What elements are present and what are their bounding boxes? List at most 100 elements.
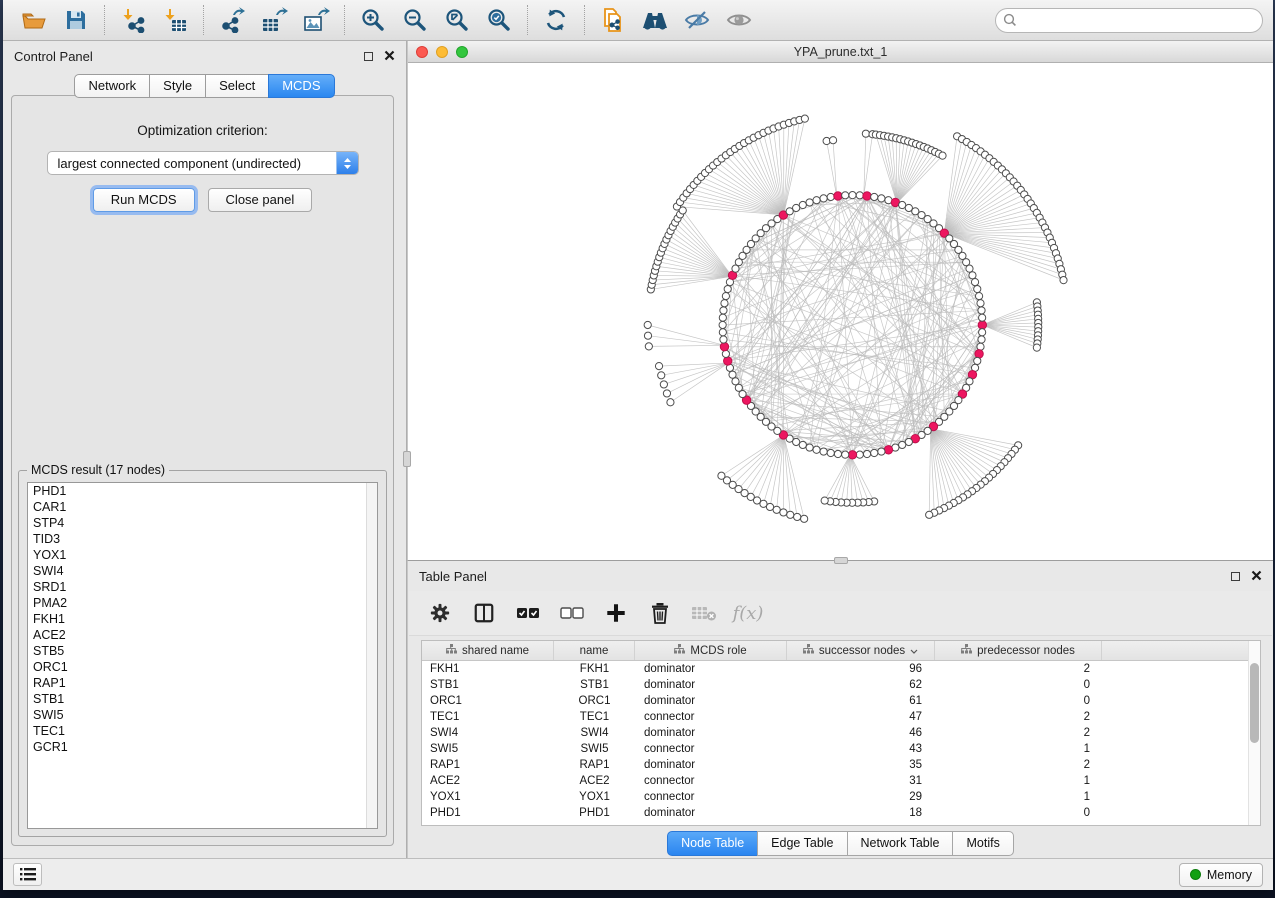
float-panel-icon[interactable] bbox=[364, 52, 373, 61]
mcds-result-item[interactable]: SWI4 bbox=[28, 563, 377, 579]
network-node[interactable] bbox=[871, 449, 878, 456]
refresh-icon[interactable] bbox=[535, 3, 577, 37]
tab-select[interactable]: Select bbox=[205, 74, 269, 98]
network-node-mcds-dominator[interactable] bbox=[834, 192, 842, 200]
select-all-icon[interactable] bbox=[511, 597, 545, 629]
network-node[interactable] bbox=[842, 451, 849, 458]
network-node[interactable] bbox=[660, 381, 667, 388]
network-node[interactable] bbox=[780, 509, 787, 516]
network-node[interactable] bbox=[978, 307, 985, 314]
open-file-icon[interactable] bbox=[13, 3, 55, 37]
network-node[interactable] bbox=[773, 506, 780, 513]
save-icon[interactable] bbox=[55, 3, 97, 37]
network-node-mcds-dominator[interactable] bbox=[724, 357, 732, 365]
export-network-icon[interactable] bbox=[211, 3, 253, 37]
network-node[interactable] bbox=[722, 350, 729, 357]
network-canvas[interactable] bbox=[408, 63, 1273, 560]
network-node[interactable] bbox=[801, 515, 808, 522]
mcds-list-scrollbar[interactable] bbox=[366, 483, 377, 828]
search-objects-binoculars-icon[interactable] bbox=[634, 3, 676, 37]
network-node[interactable] bbox=[862, 130, 869, 137]
network-node[interactable] bbox=[871, 193, 878, 200]
network-node[interactable] bbox=[878, 195, 885, 202]
mcds-result-item[interactable]: RAP1 bbox=[28, 675, 377, 691]
mcds-result-item[interactable]: STB1 bbox=[28, 691, 377, 707]
mcds-result-item[interactable]: PMA2 bbox=[28, 595, 377, 611]
mcds-result-item[interactable]: STP4 bbox=[28, 515, 377, 531]
network-node[interactable] bbox=[801, 115, 808, 122]
table-row[interactable]: PHD1PHD1dominator180 bbox=[422, 805, 1260, 821]
network-node-mcds-dominator[interactable] bbox=[975, 350, 983, 358]
network-node[interactable] bbox=[975, 292, 982, 299]
table-scrollbar[interactable] bbox=[1248, 641, 1260, 825]
network-node[interactable] bbox=[644, 332, 651, 339]
network-node[interactable] bbox=[729, 371, 736, 378]
add-column-plus-icon[interactable] bbox=[599, 597, 633, 629]
zoom-in-icon[interactable] bbox=[352, 3, 394, 37]
network-node[interactable] bbox=[849, 192, 856, 199]
toolbar-search-box[interactable] bbox=[995, 8, 1263, 33]
column-menu-chevron-icon[interactable] bbox=[910, 645, 918, 657]
zoom-fit-icon[interactable] bbox=[436, 3, 478, 37]
network-node[interactable] bbox=[794, 513, 801, 520]
mcds-result-item[interactable]: STB5 bbox=[28, 643, 377, 659]
network-node[interactable] bbox=[644, 321, 651, 328]
network-node[interactable] bbox=[977, 300, 984, 307]
mcds-result-item[interactable]: ORC1 bbox=[28, 659, 377, 675]
network-node[interactable] bbox=[720, 307, 727, 314]
network-node-mcds-dominator[interactable] bbox=[884, 446, 892, 454]
tab-style[interactable]: Style bbox=[149, 74, 206, 98]
network-node[interactable] bbox=[878, 448, 885, 455]
network-node[interactable] bbox=[979, 329, 986, 336]
network-node[interactable] bbox=[667, 399, 674, 406]
mcds-result-item[interactable]: PHD1 bbox=[28, 483, 377, 499]
search-input[interactable] bbox=[1022, 13, 1255, 27]
network-node-mcds-dominator[interactable] bbox=[720, 343, 728, 351]
network-node[interactable] bbox=[722, 292, 729, 299]
export-image-icon[interactable] bbox=[295, 3, 337, 37]
column-header-name[interactable]: name bbox=[554, 641, 635, 660]
horizontal-splitter-handle[interactable] bbox=[834, 557, 848, 564]
tab-network[interactable]: Network bbox=[74, 74, 150, 98]
mcds-result-item[interactable]: YOX1 bbox=[28, 547, 377, 563]
mcds-result-item[interactable]: FKH1 bbox=[28, 611, 377, 627]
mcds-result-item[interactable]: TEC1 bbox=[28, 723, 377, 739]
network-node[interactable] bbox=[905, 438, 912, 445]
mcds-result-item[interactable]: TID3 bbox=[28, 531, 377, 547]
mcds-result-item[interactable]: CAR1 bbox=[28, 499, 377, 515]
network-node[interactable] bbox=[806, 444, 813, 451]
network-node[interactable] bbox=[1060, 277, 1067, 284]
network-node[interactable] bbox=[977, 343, 984, 350]
network-node[interactable] bbox=[829, 137, 836, 144]
column-header-predecessor-nodes[interactable]: predecessor nodes bbox=[935, 641, 1102, 660]
network-node[interactable] bbox=[821, 497, 828, 504]
network-node[interactable] bbox=[939, 152, 946, 159]
network-node[interactable] bbox=[732, 378, 739, 385]
export-table-icon[interactable] bbox=[253, 3, 295, 37]
network-node[interactable] bbox=[834, 450, 841, 457]
network-node[interactable] bbox=[799, 201, 806, 208]
delete-column-trash-icon[interactable] bbox=[643, 597, 677, 629]
import-network-icon[interactable] bbox=[112, 3, 154, 37]
network-node[interactable] bbox=[1033, 344, 1040, 351]
mcds-result-item[interactable]: GCR1 bbox=[28, 739, 377, 755]
table-row[interactable]: YOX1YOX1connector291 bbox=[422, 789, 1260, 805]
network-node[interactable] bbox=[806, 199, 813, 206]
mcds-result-item[interactable]: ACE2 bbox=[28, 627, 377, 643]
column-header-MCDS-role[interactable]: MCDS role bbox=[635, 641, 787, 660]
network-node[interactable] bbox=[979, 314, 986, 321]
table-scrollbar-thumb[interactable] bbox=[1250, 663, 1259, 743]
table-row[interactable]: RAP1RAP1dominator352 bbox=[422, 757, 1260, 773]
vertical-splitter-handle[interactable] bbox=[403, 451, 411, 467]
optimization-criterion-select[interactable]: largest connected component (undirected) bbox=[47, 151, 359, 175]
column-header-successor-nodes[interactable]: successor nodes bbox=[787, 641, 935, 660]
table-row[interactable]: SWI5SWI5connector431 bbox=[422, 741, 1260, 757]
network-node[interactable] bbox=[974, 357, 981, 364]
network-node[interactable] bbox=[899, 441, 906, 448]
table-row[interactable]: ORC1ORC1dominator610 bbox=[422, 693, 1260, 709]
mcds-result-list[interactable]: PHD1CAR1STP4TID3YOX1SWI4SRD1PMA2FKH1ACE2… bbox=[27, 482, 378, 829]
table-row[interactable]: STB1STB1dominator620 bbox=[422, 677, 1260, 693]
float-panel-icon[interactable] bbox=[1231, 572, 1240, 581]
network-node[interactable] bbox=[842, 192, 849, 199]
network-node[interactable] bbox=[971, 279, 978, 286]
